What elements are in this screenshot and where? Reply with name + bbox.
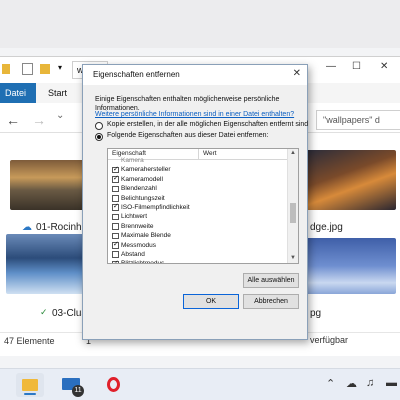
more-info-link[interactable]: Weitere persönliche Informationen sind i… bbox=[95, 111, 294, 118]
availability-text: verfügbar bbox=[310, 335, 349, 345]
radio-remove-properties[interactable] bbox=[95, 133, 103, 141]
folder-icon bbox=[22, 379, 38, 391]
property-row[interactable]: Blitzlichtmodus bbox=[108, 259, 288, 264]
mail-badge: 11 bbox=[72, 385, 84, 397]
close-icon[interactable]: ✕ bbox=[293, 68, 301, 79]
property-row[interactable]: Messmodus bbox=[108, 240, 288, 250]
radio-remove-properties-label[interactable]: Folgende Eigenschaften aus dieser Datei … bbox=[107, 132, 269, 139]
property-name: Messmodus bbox=[121, 241, 157, 249]
synced-status-icon: ✓ bbox=[40, 307, 48, 317]
property-name: Kameramodell bbox=[121, 175, 163, 183]
wallpaper-thumbnail-3[interactable] bbox=[6, 234, 86, 294]
file-name-4[interactable]: pg bbox=[310, 308, 321, 319]
desktop-background bbox=[0, 0, 400, 48]
property-row[interactable]: Kamerahersteller bbox=[108, 165, 288, 174]
property-row[interactable]: Brennweite bbox=[108, 222, 288, 231]
property-name: Kamerahersteller bbox=[121, 166, 171, 174]
properties-icon[interactable] bbox=[22, 63, 33, 75]
property-checkbox[interactable] bbox=[112, 203, 119, 211]
property-row[interactable]: Lichtwert bbox=[108, 212, 288, 221]
chevron-down-icon[interactable]: ▾ bbox=[58, 63, 62, 72]
property-row[interactable]: Kameramodell bbox=[108, 174, 288, 184]
property-name: Lichtwert bbox=[121, 213, 148, 221]
maximize-icon[interactable]: ☐ bbox=[352, 61, 361, 72]
property-name: ISO-Filmempfindlichkeit bbox=[121, 203, 190, 211]
up-arrow-icon[interactable]: ⌄ bbox=[56, 110, 64, 121]
search-input[interactable]: "wallpapers" d bbox=[316, 110, 400, 130]
property-row[interactable]: ISO-Filmempfindlichkeit bbox=[108, 203, 288, 212]
property-checkbox[interactable] bbox=[112, 174, 119, 183]
property-checkbox[interactable] bbox=[112, 223, 119, 230]
scroll-down-icon[interactable]: ▼ bbox=[290, 255, 296, 261]
property-name: Maximale Blende bbox=[121, 232, 171, 240]
scroll-up-icon[interactable]: ▲ bbox=[290, 150, 296, 156]
radio-create-copy[interactable] bbox=[95, 122, 103, 130]
property-checkbox[interactable] bbox=[112, 259, 119, 263]
taskbar-mail[interactable]: 11 bbox=[58, 373, 86, 397]
property-name: Blendenzahl bbox=[121, 185, 157, 193]
property-row[interactable]: Belichtungszeit bbox=[108, 194, 288, 203]
chevron-up-icon[interactable]: ⌃ bbox=[326, 377, 335, 390]
forward-arrow-icon[interactable]: → bbox=[32, 112, 46, 128]
property-name: Blitzlichtmodus bbox=[121, 260, 165, 264]
back-arrow-icon[interactable]: ← bbox=[6, 112, 20, 128]
property-name: Belichtungszeit bbox=[121, 194, 165, 202]
property-name: Brennweite bbox=[121, 222, 154, 230]
file-name-2[interactable]: dge.jpg bbox=[310, 222, 343, 233]
property-row[interactable]: Maximale Blende bbox=[108, 231, 288, 240]
folder-icon[interactable] bbox=[2, 64, 10, 74]
active-indicator bbox=[24, 393, 36, 395]
ok-button[interactable]: OK bbox=[183, 294, 239, 309]
radio-create-copy-label[interactable]: Kopie erstellen, in der alle möglichen E… bbox=[107, 121, 308, 128]
tab-datei[interactable]: Datei bbox=[0, 83, 36, 103]
property-checkbox[interactable] bbox=[112, 251, 119, 258]
minimize-icon[interactable]: — bbox=[326, 61, 336, 72]
close-icon[interactable]: ✕ bbox=[380, 61, 388, 72]
dialog-title: Eigenschaften entfernen bbox=[93, 70, 180, 79]
new-folder-icon[interactable] bbox=[40, 64, 50, 74]
speaker-icon[interactable]: ♫ bbox=[366, 377, 374, 389]
tab-start[interactable]: Start bbox=[48, 83, 67, 103]
list-scrollbar[interactable]: ▲ ▼ bbox=[287, 149, 298, 263]
property-name: Abstand bbox=[121, 250, 145, 258]
property-row[interactable]: Kamera bbox=[108, 156, 288, 165]
cancel-button[interactable]: Abbrechen bbox=[243, 294, 299, 309]
taskbar-opera[interactable] bbox=[100, 373, 128, 397]
wallpaper-thumbnail-2[interactable] bbox=[306, 150, 396, 210]
property-checkbox[interactable] bbox=[112, 213, 119, 221]
property-checkbox[interactable] bbox=[112, 185, 119, 193]
property-checkbox[interactable] bbox=[112, 232, 119, 240]
property-checkbox[interactable] bbox=[112, 165, 119, 174]
taskbar: 11 ⌃ ☁ ♫ ▬ bbox=[0, 368, 400, 400]
property-rows: Kamera KameraherstellerKameramodell Blende… bbox=[108, 157, 288, 264]
property-checkbox[interactable] bbox=[112, 195, 119, 202]
wallpaper-thumbnail-4[interactable] bbox=[306, 238, 396, 294]
property-checkbox[interactable] bbox=[112, 240, 119, 249]
remove-properties-dialog: Eigenschaften entfernen ✕ Einige Eigensc… bbox=[82, 64, 308, 340]
cloud-status-icon: ☁ bbox=[22, 222, 32, 233]
property-row[interactable]: Abstand bbox=[108, 250, 288, 259]
taskbar-explorer[interactable] bbox=[16, 373, 44, 397]
wallpaper-thumbnail-1[interactable] bbox=[10, 160, 86, 210]
property-name: Kamera bbox=[121, 157, 144, 164]
opera-icon bbox=[107, 377, 120, 392]
dialog-titlebar: Eigenschaften entfernen ✕ bbox=[83, 65, 307, 85]
scrollbar-thumb[interactable] bbox=[290, 203, 296, 223]
property-row[interactable]: Blendenzahl bbox=[108, 184, 288, 193]
select-all-button[interactable]: Alle auswählen bbox=[243, 273, 299, 288]
item-count: 47 Elemente bbox=[4, 336, 55, 346]
properties-list[interactable]: Eigenschaft Wert KameraKameraherstellerK… bbox=[107, 148, 299, 264]
cloud-icon[interactable]: ☁ bbox=[346, 377, 357, 390]
network-icon[interactable]: ▬ bbox=[386, 377, 397, 389]
